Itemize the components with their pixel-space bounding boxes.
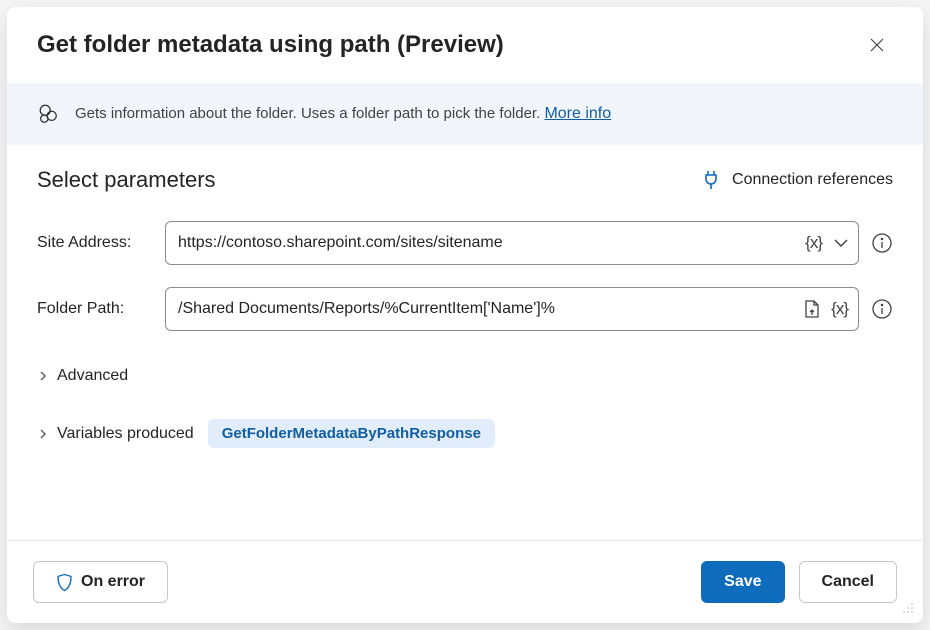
connection-references-label: Connection references bbox=[732, 171, 893, 189]
chevron-down-icon[interactable] bbox=[832, 234, 850, 252]
shield-icon bbox=[56, 573, 73, 592]
more-info-link[interactable]: More info bbox=[544, 105, 611, 122]
variable-pill[interactable]: GetFolderMetadataByPathResponse bbox=[208, 419, 495, 448]
save-label: Save bbox=[724, 573, 761, 591]
cancel-label: Cancel bbox=[822, 573, 874, 591]
on-error-button[interactable]: On error bbox=[33, 561, 168, 603]
variable-token-button[interactable]: {x} bbox=[829, 299, 850, 319]
folder-path-input-wrap[interactable]: {x} bbox=[165, 287, 859, 331]
site-address-input-wrap[interactable]: {x} bbox=[165, 221, 859, 265]
dialog-footer: On error Save Cancel bbox=[7, 540, 923, 623]
site-address-label: Site Address: bbox=[37, 234, 153, 252]
info-icon[interactable] bbox=[871, 232, 893, 254]
folder-path-input[interactable] bbox=[178, 300, 803, 318]
folder-path-row: Folder Path: {x} bbox=[37, 287, 893, 331]
advanced-expander[interactable]: Advanced bbox=[37, 367, 893, 385]
banner-text: Gets information about the folder. Uses … bbox=[75, 105, 544, 122]
folder-path-label: Folder Path: bbox=[37, 300, 153, 318]
dialog-header: Get folder metadata using path (Preview) bbox=[7, 7, 923, 83]
section-header-row: Select parameters Connection references bbox=[37, 167, 893, 193]
sharepoint-icon bbox=[37, 103, 59, 125]
dialog-title: Get folder metadata using path (Preview) bbox=[37, 31, 504, 59]
advanced-label: Advanced bbox=[57, 367, 128, 385]
site-address-adornments: {x} bbox=[803, 233, 850, 253]
banner-text-wrap: Gets information about the folder. Uses … bbox=[75, 105, 611, 123]
file-picker-icon[interactable] bbox=[803, 299, 821, 319]
site-address-row: Site Address: {x} bbox=[37, 221, 893, 265]
cancel-button[interactable]: Cancel bbox=[799, 561, 897, 603]
info-icon[interactable] bbox=[871, 298, 893, 320]
chevron-right-icon bbox=[37, 428, 49, 440]
close-icon bbox=[869, 37, 885, 53]
variable-token-button[interactable]: {x} bbox=[803, 233, 824, 253]
variables-produced-label: Variables produced bbox=[57, 425, 194, 443]
dialog-body: Select parameters Connection references … bbox=[7, 145, 923, 540]
save-button[interactable]: Save bbox=[701, 561, 784, 603]
plug-icon bbox=[702, 170, 720, 190]
on-error-label: On error bbox=[81, 573, 145, 591]
section-title: Select parameters bbox=[37, 167, 216, 193]
close-button[interactable] bbox=[861, 29, 893, 61]
resize-handle-icon[interactable] bbox=[902, 602, 914, 614]
dialog: Get folder metadata using path (Preview)… bbox=[7, 7, 923, 623]
chevron-right-icon bbox=[37, 370, 49, 382]
footer-right: Save Cancel bbox=[701, 561, 897, 603]
folder-path-adornments: {x} bbox=[803, 299, 850, 319]
site-address-input[interactable] bbox=[178, 234, 803, 252]
variables-produced-expander[interactable]: Variables produced GetFolderMetadataByPa… bbox=[37, 419, 893, 448]
info-banner: Gets information about the folder. Uses … bbox=[7, 83, 923, 145]
connection-references-link[interactable]: Connection references bbox=[702, 170, 893, 190]
